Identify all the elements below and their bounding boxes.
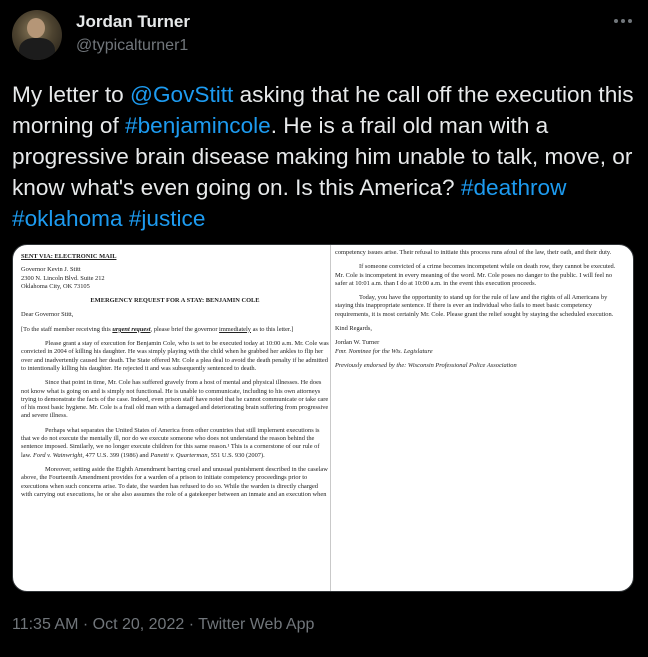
case-citation: Panetti v. Quarterman xyxy=(150,451,208,459)
letter-document: SENT VIA: ELECTRONIC MAIL Governor Kevin… xyxy=(13,245,633,591)
letter-address: Governor Kevin J. Stitt 2300 N. Lincoln … xyxy=(21,266,329,291)
letter-signature: Jordan W. Turner Fmr. Nominee for the Wi… xyxy=(335,339,625,356)
letter-paragraph: Perhaps what separates the United States… xyxy=(21,427,329,460)
letter-page-2: competency issues arise. Their refusal t… xyxy=(335,249,625,376)
letter-sent-via: SENT VIA: ELECTRONIC MAIL xyxy=(21,253,117,260)
address-line: Oklahoma City, OK 73105 xyxy=(21,282,90,290)
hashtag-link[interactable]: #oklahoma xyxy=(12,206,123,231)
page-divider xyxy=(330,245,331,591)
letter-paragraph: Moreover, setting aside the Eighth Amend… xyxy=(21,465,328,498)
user-handle[interactable]: @typicalturner1 xyxy=(76,37,188,55)
letter-paragraph: Today, you have the opportunity to stand… xyxy=(335,294,614,318)
letter-paragraph: Since that point in time, Mr. Cole has s… xyxy=(21,379,329,420)
avatar[interactable] xyxy=(12,10,62,60)
address-line: Governor Kevin J. Stitt xyxy=(21,266,81,274)
letter-paragraph: If someone convicted of a crime becomes … xyxy=(335,263,616,287)
tweet-image[interactable]: SENT VIA: ELECTRONIC MAIL Governor Kevin… xyxy=(12,244,634,592)
avatar-head xyxy=(27,18,45,38)
letter-paragraph: competency issues arise. Their refusal t… xyxy=(335,249,612,256)
staff-note-text: , please brief the governor xyxy=(150,325,220,333)
hashtag-link[interactable]: #deathrow xyxy=(461,175,567,200)
more-dot xyxy=(628,19,632,23)
more-dot xyxy=(621,19,625,23)
signature-name: Jordan W. Turner xyxy=(335,339,380,347)
tweet-timestamp[interactable]: 11:35 AM · Oct 20, 2022 · Twitter Web Ap… xyxy=(12,616,314,634)
letter-paragraph: Please grant a stay of execution for Ben… xyxy=(21,340,329,372)
signature-title: Fmr. Nominee for the Wis. Legislature xyxy=(335,347,433,355)
paragraph-text: , 477 U.S. 399 (1986) and xyxy=(82,451,151,459)
avatar-body xyxy=(19,38,55,60)
staff-note-text: as to this letter.] xyxy=(251,325,294,333)
tweet-text: My letter to @GovStitt asking that he ca… xyxy=(12,79,634,234)
case-citation: Ford v. Wainwright xyxy=(33,451,83,459)
letter-page-1: SENT VIA: ELECTRONIC MAIL Governor Kevin… xyxy=(21,253,329,505)
mention-link[interactable]: @GovStitt xyxy=(130,82,233,107)
letter-closing: Kind Regards, xyxy=(335,325,372,333)
address-line: 2300 N. Lincoln Blvd. Suite 212 xyxy=(21,274,105,282)
more-dot xyxy=(614,19,618,23)
display-name[interactable]: Jordan Turner xyxy=(76,12,190,32)
more-options-icon[interactable] xyxy=(608,10,638,32)
letter-endorsement: Previously endorsed by the: Wisconsin Pr… xyxy=(335,361,517,369)
tweet-text-segment: My letter to xyxy=(12,82,131,107)
letter-salutation: Dear Governor Stitt, xyxy=(21,311,74,319)
staff-note-immediately: immediately xyxy=(219,325,251,333)
staff-note-urgent: urgent request xyxy=(112,325,151,333)
hashtag-link[interactable]: #benjamincole xyxy=(125,113,271,138)
hashtag-link[interactable]: #justice xyxy=(129,206,206,231)
paragraph-text: , 551 U.S. 930 (2007). xyxy=(207,451,265,459)
staff-note-text: [To the staff member receiving this xyxy=(21,325,113,333)
letter-staff-note: [To the staff member receiving this urge… xyxy=(21,326,329,334)
letter-heading: EMERGENCY REQUEST FOR A STAY: BENJAMIN C… xyxy=(90,297,260,305)
